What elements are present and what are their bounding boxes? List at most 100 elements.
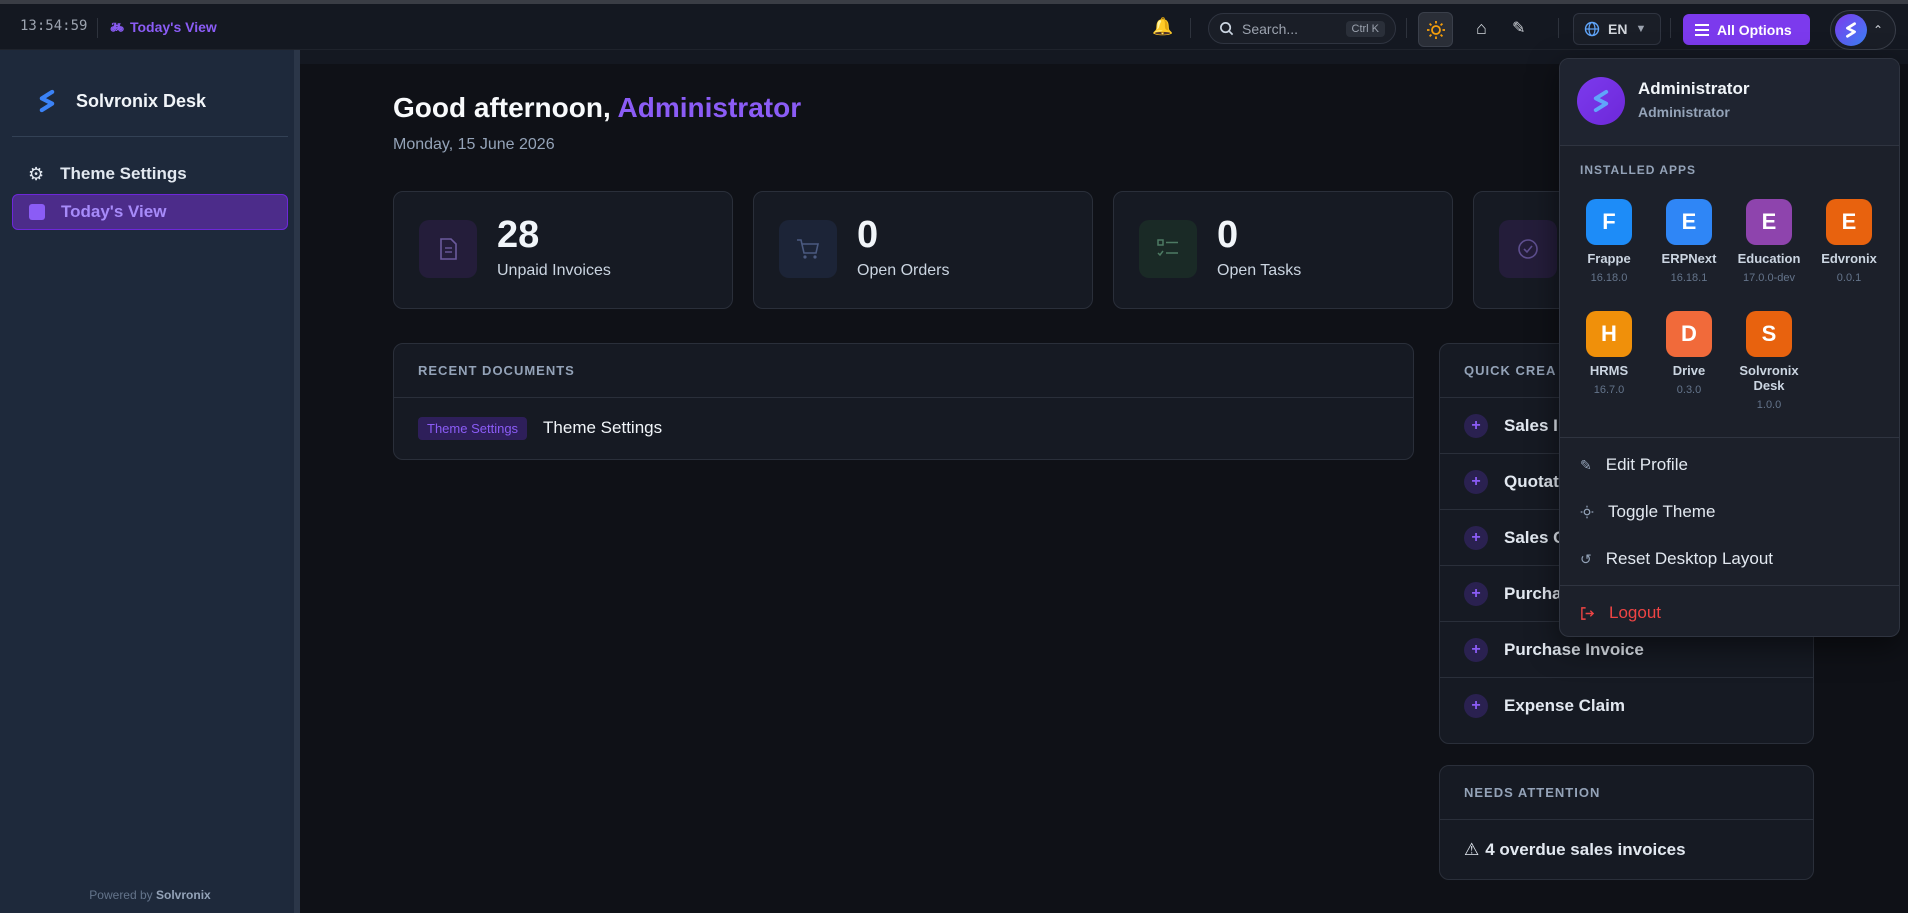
user-header: Administrator Administrator <box>1560 59 1899 146</box>
language-label: EN <box>1608 21 1628 37</box>
plus-icon: + <box>1464 469 1488 494</box>
home-icon[interactable]: ⌂ <box>1476 18 1487 39</box>
attention-item[interactable]: ⚠ 4 overdue sales invoices <box>1440 820 1813 880</box>
plus-icon: + <box>1464 637 1488 662</box>
stat-card-unpaid-invoices[interactable]: 28 Unpaid Invoices <box>393 191 733 309</box>
top-bar: 13:54:59 🚲︎ Today's View 🔔 Search... Ctr… <box>0 0 1908 50</box>
app-version: 1.0.0 <box>1756 399 1782 411</box>
app-name: Solvronix Desk <box>1739 363 1799 393</box>
app-solvronix-desk[interactable]: S Solvronix Desk 1.0.0 <box>1729 311 1809 411</box>
refresh-icon: ↺ <box>1580 550 1592 567</box>
app-edvronix[interactable]: E Edvronix 0.0.1 <box>1809 199 1889 284</box>
search-shortcut: Ctrl K <box>1345 20 1385 37</box>
app-name: Drive <box>1672 363 1706 378</box>
stat-card-open-orders[interactable]: 0 Open Orders <box>753 191 1093 309</box>
powered-brand: Solvronix <box>156 888 211 902</box>
app-tile: S <box>1746 311 1792 357</box>
divider <box>12 136 288 137</box>
quick-create-item[interactable]: + Expense Claim <box>1440 678 1813 734</box>
plus-icon: + <box>1464 413 1488 438</box>
breadcrumb-label: Today's View <box>129 19 217 35</box>
app-version: 0.3.0 <box>1676 384 1702 396</box>
warning-icon: ⚠ <box>1464 840 1480 859</box>
avatar <box>1835 14 1867 46</box>
app-name: Frappe <box>1587 251 1631 266</box>
logout-item[interactable]: Logout <box>1580 603 1661 623</box>
all-options-label: All Options <box>1717 21 1792 38</box>
logo-icon <box>1593 89 1609 113</box>
pencil-icon[interactable]: ✎ <box>1512 18 1525 38</box>
invoice-icon <box>419 220 477 278</box>
app-erpnext[interactable]: E ERPNext 16.18.1 <box>1649 199 1729 284</box>
user-name: Administrator <box>1638 79 1750 98</box>
toggle-theme-item[interactable]: Toggle Theme <box>1580 502 1715 522</box>
theme-toggle-button[interactable] <box>1418 12 1453 47</box>
powered-by: Powered by Solvronix <box>89 888 211 902</box>
sidebar-item-label: Today's View <box>61 202 167 221</box>
stat-card-open-tasks[interactable]: 0 Open Tasks <box>1113 191 1453 309</box>
caret-down-icon: ▼ <box>1635 23 1647 35</box>
app-frappe[interactable]: F Frappe 16.18.0 <box>1569 199 1649 284</box>
stat-label: Open Tasks <box>1217 262 1302 279</box>
panel-title: NEEDS ATTENTION <box>1440 766 1813 820</box>
pencil-icon: ✎ <box>1580 456 1592 473</box>
page-title: Good afternoon, Administrator <box>393 92 802 123</box>
greeting-name: Administrator <box>617 92 802 123</box>
stat-value: 0 <box>1217 214 1239 256</box>
app-version: 16.7.0 <box>1593 384 1625 396</box>
cart-icon <box>779 220 837 278</box>
app-drive[interactable]: D Drive 0.3.0 <box>1649 311 1729 396</box>
app-version: 0.0.1 <box>1836 272 1862 284</box>
check-circle-icon <box>1499 220 1557 278</box>
app-version: 16.18.0 <box>1590 272 1628 284</box>
plus-icon: + <box>1464 525 1488 550</box>
brand-name: Solvronix Desk <box>76 90 207 111</box>
app-education[interactable]: E Education 17.0.0-dev <box>1729 199 1809 284</box>
app-name: HRMS <box>1589 363 1629 378</box>
divider <box>1560 585 1899 586</box>
bell-icon[interactable]: 🔔 <box>1152 17 1173 37</box>
app-hrms[interactable]: H HRMS 16.7.0 <box>1569 311 1649 396</box>
logo-icon <box>39 89 55 113</box>
divider <box>1406 18 1407 38</box>
brand[interactable]: Solvronix Desk <box>34 88 206 114</box>
edit-profile-item[interactable]: ✎ Edit Profile <box>1580 455 1688 475</box>
menu-icon <box>1695 23 1709 36</box>
clock: 13:54:59 <box>20 18 88 34</box>
globe-icon <box>1584 21 1600 37</box>
sun-icon <box>1580 505 1594 519</box>
sidebar-item-label: Theme Settings <box>60 164 187 183</box>
divider <box>1558 18 1559 38</box>
list-item[interactable]: Theme Settings Theme Settings <box>394 398 1413 458</box>
doctype-tag: Theme Settings <box>418 416 528 440</box>
logout-icon <box>1581 606 1595 620</box>
sidebar-item-todays-view[interactable]: Today's View <box>12 194 288 230</box>
divider <box>1560 437 1899 438</box>
breadcrumb[interactable]: 🚲︎ Today's View <box>110 19 217 35</box>
sidebar: Solvronix Desk ⚙ Theme Settings Today's … <box>0 50 300 913</box>
sidebar-item-theme-settings[interactable]: ⚙ Theme Settings <box>12 156 288 192</box>
user-menu-button[interactable]: ⌃ <box>1830 10 1896 50</box>
app-tile: E <box>1826 199 1872 245</box>
stat-value: 0 <box>857 214 879 256</box>
reset-layout-item[interactable]: ↺ Reset Desktop Layout <box>1580 549 1773 569</box>
all-options-button[interactable]: All Options <box>1683 14 1810 45</box>
app-tile: H <box>1586 311 1632 357</box>
stat-label: Unpaid Invoices <box>497 262 611 279</box>
divider <box>1190 18 1191 38</box>
app-name: Edvronix <box>1821 251 1877 266</box>
panel-title: RECENT DOCUMENTS <box>394 344 1413 398</box>
plus-icon: + <box>1464 694 1488 718</box>
logo-icon <box>1846 22 1856 38</box>
document-link[interactable]: Theme Settings <box>543 418 662 438</box>
sun-icon <box>1426 20 1445 39</box>
section-title: INSTALLED APPS <box>1580 163 1697 177</box>
divider <box>1670 18 1671 38</box>
plus-icon: + <box>1464 581 1488 606</box>
language-select[interactable]: EN ▼ <box>1573 13 1661 45</box>
square-icon <box>29 204 45 220</box>
task-list-icon <box>1139 220 1197 278</box>
search-icon <box>1220 22 1234 36</box>
app-tile: E <box>1746 199 1792 245</box>
search-input[interactable]: Search... Ctrl K <box>1208 13 1396 44</box>
